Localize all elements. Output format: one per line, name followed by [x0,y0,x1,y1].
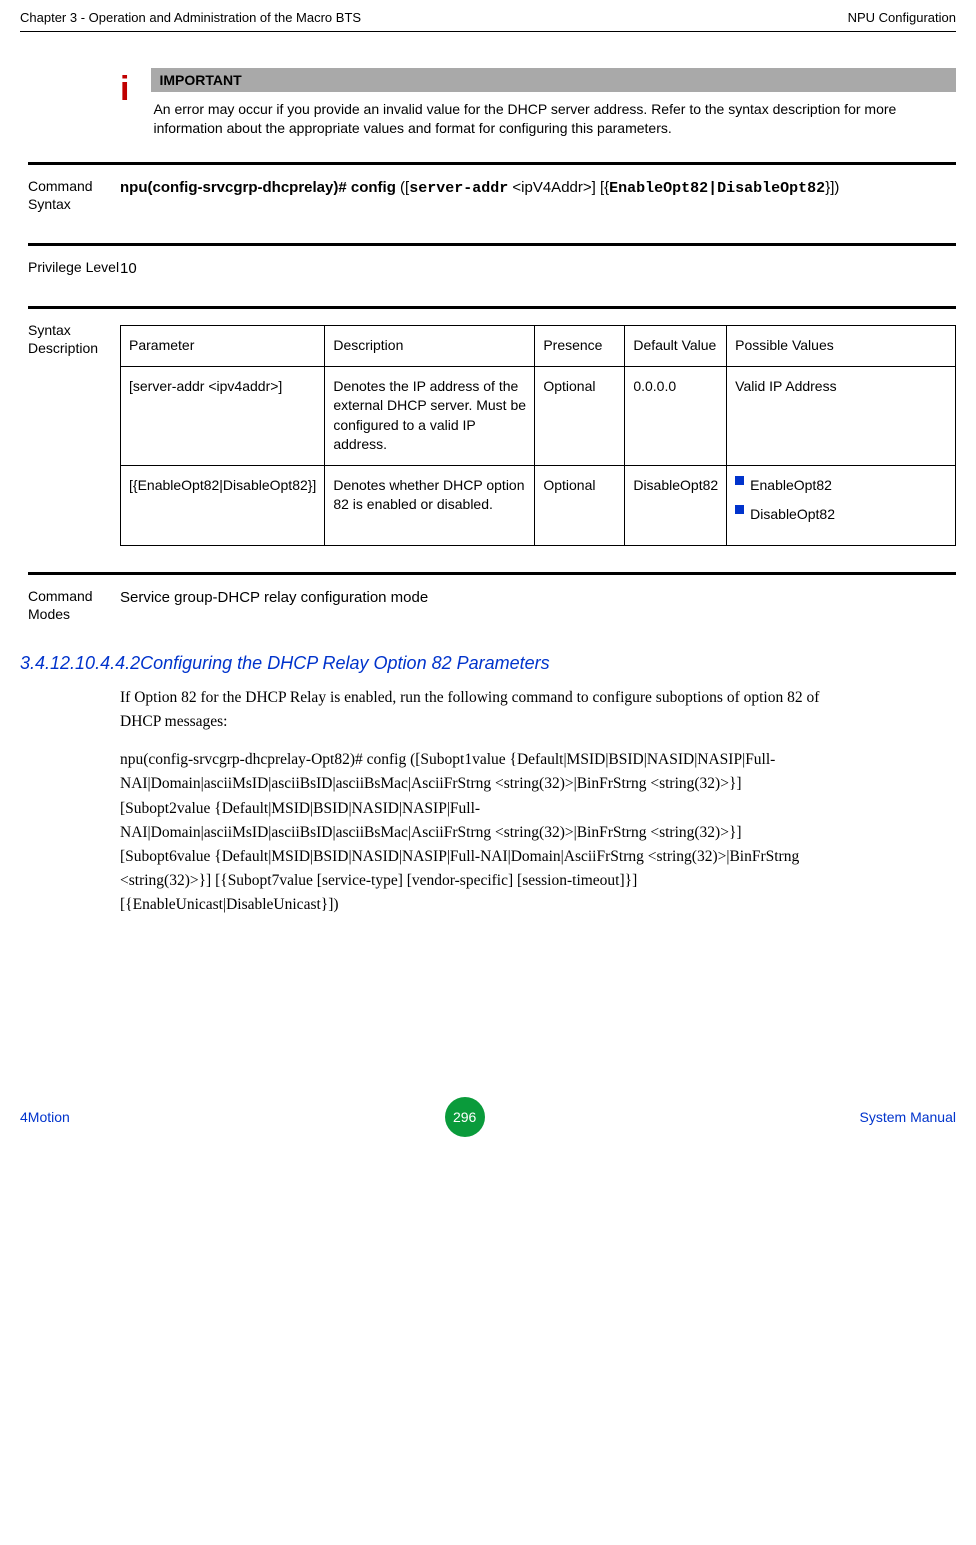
privilege-row: Privilege Level 10 [28,243,956,280]
command-modes-row: Command Modes Service group-DHCP relay c… [28,572,956,623]
body-command-block: npu(config-srvcgrp-dhcprelay-Opt82)# con… [20,748,830,916]
cmd-end: }]) [825,179,839,196]
cmd-prefix: npu(config-srvcgrp-dhcprelay)# config [120,179,396,196]
body-paragraph: If Option 82 for the DHCP Relay is enabl… [20,686,830,734]
command-modes-value: Service group-DHCP relay configuration m… [120,587,956,609]
cell-possible: EnableOpt82 DisableOpt82 [727,465,956,545]
table-row: [{EnableOpt82|DisableOpt82}] Denotes whe… [121,465,956,545]
command-modes-label: Command Modes [28,587,120,623]
th-description: Description [325,325,535,366]
important-text: An error may occur if you provide an inv… [151,100,956,138]
table-header-row: Parameter Description Presence Default V… [121,325,956,366]
cell-default: DisableOpt82 [625,465,727,545]
command-syntax-value: npu(config-srvcgrp-dhcprelay)# config ([… [120,177,956,200]
square-bullet-icon [735,476,744,485]
cmd-mid: <ipV4Addr>] [{ [508,179,609,196]
table-row: [server-addr <ipv4addr>] Denotes the IP … [121,366,956,465]
cell-desc: Denotes the IP address of the external D… [325,366,535,465]
page-header: Chapter 3 - Operation and Administration… [20,6,956,32]
cmd-open: ([ [396,179,409,196]
possible-value-item: DisableOpt82 [750,505,835,525]
square-bullet-icon [735,505,744,514]
cell-presence: Optional [535,366,625,465]
page-number-badge: 296 [445,1097,485,1137]
th-parameter: Parameter [121,325,325,366]
th-possible: Possible Values [727,325,956,366]
chapter-title: Chapter 3 - Operation and Administration… [20,10,361,25]
privilege-value: 10 [120,258,956,280]
cell-presence: Optional [535,465,625,545]
heading-title: Configuring the DHCP Relay Option 82 Par… [140,653,550,673]
th-presence: Presence [535,325,625,366]
cell-default: 0.0.0.0 [625,366,727,465]
command-syntax-row: Command Syntax npu(config-srvcgrp-dhcpre… [28,162,956,213]
important-block: i IMPORTANT An error may occur if you pr… [120,68,956,138]
cmd-mono1: server-addr [409,180,508,197]
footer-left: 4Motion [20,1109,70,1125]
cell-param: [{EnableOpt82|DisableOpt82}] [121,465,325,545]
section-title: NPU Configuration [848,10,956,25]
footer-right: System Manual [860,1109,956,1125]
cmd-mono2: EnableOpt82|DisableOpt82 [609,180,825,197]
important-heading: IMPORTANT [151,68,956,92]
cell-param: [server-addr <ipv4addr>] [121,366,325,465]
info-icon: i [120,68,129,106]
privilege-label: Privilege Level [28,258,120,276]
subsection-heading: 3.4.12.10.4.4.2Configuring the DHCP Rela… [20,653,956,674]
syntax-parameters-table: Parameter Description Presence Default V… [120,325,956,546]
cell-possible: Valid IP Address [727,366,956,465]
page-footer: 4Motion 296 System Manual [20,1097,956,1137]
command-syntax-label: Command Syntax [28,177,120,213]
cell-desc: Denotes whether DHCP option 82 is enable… [325,465,535,545]
syntax-description-label: Syntax Description [28,321,120,357]
heading-number: 3.4.12.10.4.4.2 [20,653,140,673]
syntax-description-row: Syntax Description Parameter Description… [28,306,956,546]
possible-value-item: EnableOpt82 [750,476,832,496]
th-default: Default Value [625,325,727,366]
